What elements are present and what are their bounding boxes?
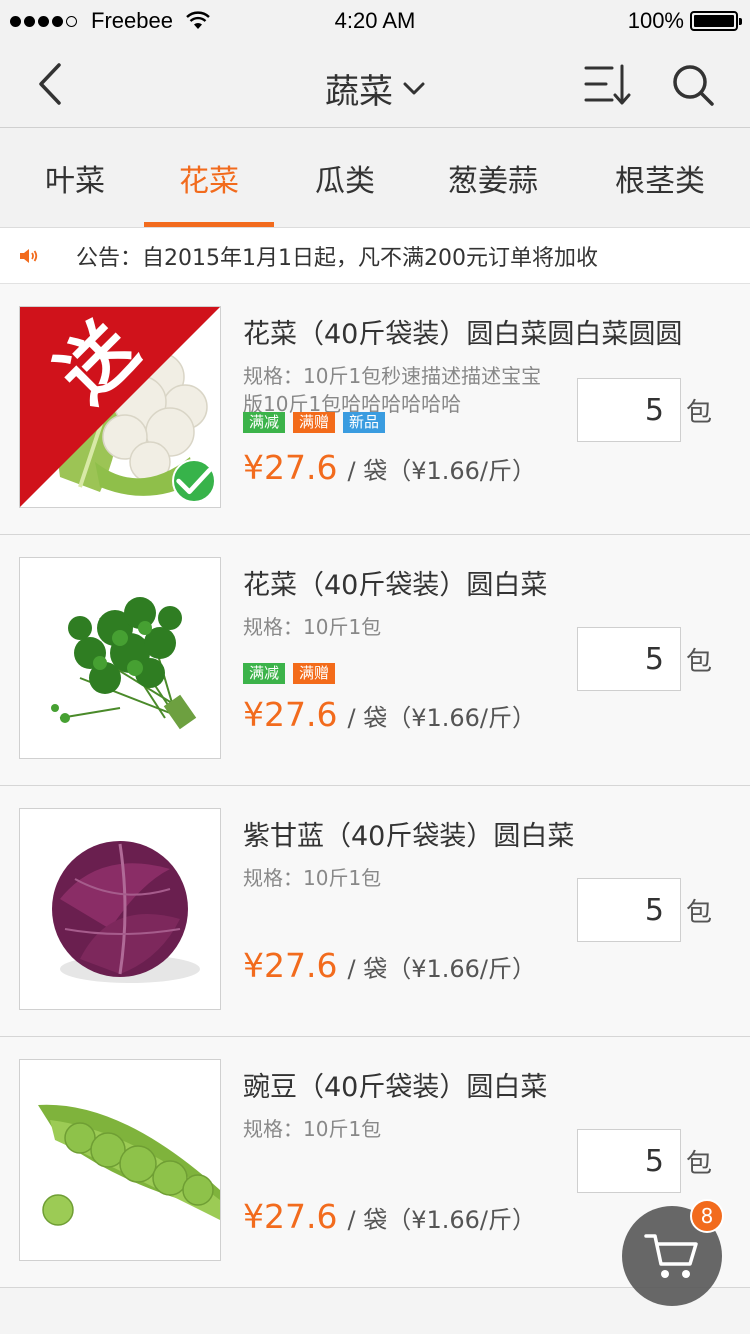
product-unit-price: / 袋（¥1.66/斤）: [347, 704, 536, 732]
nav-bar: 蔬菜: [0, 40, 750, 128]
battery-percent: 100%: [627, 8, 684, 33]
quantity-unit: 包: [686, 898, 713, 928]
notice-text: 公告：自2015年1月1日起，凡不满200元订单将加收: [76, 245, 598, 271]
product-item[interactable]: 送 花菜（40斤袋装）圆白菜圆白菜圆圆 规格：10斤1包秒速描述描述宝宝版10斤…: [0, 284, 750, 535]
quantity-unit: 包: [686, 647, 713, 677]
tag-discount: 满减: [243, 663, 286, 684]
product-image-red-cabbage: [19, 808, 221, 1010]
page-title: 蔬菜: [325, 72, 393, 112]
product-image-peas: [19, 1059, 221, 1261]
red-cabbage-image: [20, 809, 220, 1009]
cart-count-badge: 8: [690, 1199, 724, 1233]
notice-bar[interactable]: 公告：自2015年1月1日起，凡不满200元订单将加收: [0, 228, 750, 284]
product-price: ¥27.6: [243, 448, 338, 487]
tag-gift: 满赠: [293, 412, 336, 433]
product-spec: 规格：10斤1包: [243, 1117, 382, 1141]
tag-discount: 满减: [243, 412, 286, 433]
product-image-cauliflower: 送: [19, 306, 221, 508]
product-image-parsley: [19, 557, 221, 759]
tab-melons[interactable]: 瓜类: [274, 128, 416, 227]
price-row: ¥27.6 / 袋（¥1.66/斤）: [243, 448, 536, 487]
product-list: 送 花菜（40斤袋装）圆白菜圆白菜圆圆 规格：10斤1包秒速描述描述宝宝版10斤…: [0, 284, 750, 1288]
product-item[interactable]: 花菜（40斤袋装）圆白菜 规格：10斤1包 满减 满赠 ¥27.6 / 袋（¥1…: [0, 535, 750, 786]
tag-new: 新品: [343, 412, 386, 433]
product-item[interactable]: 紫甘蓝（40斤袋装）圆白菜 规格：10斤1包 ¥27.6 / 袋（¥1.66/斤…: [0, 786, 750, 1037]
product-name: 紫甘蓝（40斤袋装）圆白菜: [243, 821, 575, 852]
product-tags: 满减 满赠: [243, 663, 336, 684]
battery-icon: [690, 11, 742, 31]
peas-image: [20, 1060, 220, 1260]
product-spec: 规格：10斤1包: [243, 866, 382, 890]
product-price: ¥27.6: [243, 946, 338, 985]
tab-root-veg[interactable]: 根茎类: [570, 128, 750, 227]
speaker-icon: [20, 248, 38, 263]
search-icon: [673, 65, 714, 106]
tab-flower-veg[interactable]: 花菜: [144, 128, 274, 227]
product-price: ¥27.6: [243, 1197, 338, 1236]
chevron-down-icon: [403, 82, 425, 94]
sort-button[interactable]: [582, 62, 632, 108]
price-row: ¥27.6 / 袋（¥1.66/斤）: [243, 695, 536, 734]
price-row: ¥27.6 / 袋（¥1.66/斤）: [243, 946, 536, 985]
quantity-input[interactable]: 5: [577, 378, 681, 442]
quantity-unit: 包: [686, 1149, 713, 1179]
quantity-input[interactable]: 5: [577, 1129, 681, 1193]
product-price: ¥27.6: [243, 695, 338, 734]
tab-leafy[interactable]: 叶菜: [0, 128, 150, 227]
product-name: 花菜（40斤袋装）圆白菜: [243, 570, 548, 601]
product-unit-price: / 袋（¥1.66/斤）: [347, 1206, 536, 1234]
selected-check-icon[interactable]: [172, 459, 216, 503]
parsley-image: [20, 558, 220, 758]
tab-onion-ginger-garlic[interactable]: 葱姜蒜: [416, 128, 570, 227]
product-name: 豌豆（40斤袋装）圆白菜: [243, 1072, 548, 1103]
category-selector[interactable]: 蔬菜: [0, 64, 750, 113]
product-name: 花菜（40斤袋装）圆白菜圆白菜圆圆: [243, 319, 683, 350]
quantity-input[interactable]: 5: [577, 878, 681, 942]
product-spec: 规格：10斤1包: [243, 615, 382, 639]
category-tabs: 叶菜 花菜 瓜类 葱姜蒜 根茎类: [0, 128, 750, 228]
product-unit-price: / 袋（¥1.66/斤）: [347, 955, 536, 983]
product-unit-price: / 袋（¥1.66/斤）: [347, 457, 536, 485]
price-row: ¥27.6 / 袋（¥1.66/斤）: [243, 1197, 536, 1236]
quantity-input[interactable]: 5: [577, 627, 681, 691]
cart-icon: [644, 1234, 698, 1278]
quantity-unit: 包: [686, 398, 713, 428]
status-bar: Freebee 4:20 AM 100%: [0, 0, 750, 40]
product-spec: 规格：10斤1包秒速描述描述宝宝版10斤1包哈哈哈哈哈哈: [243, 364, 542, 416]
tag-gift: 满赠: [293, 663, 336, 684]
search-button[interactable]: [670, 62, 718, 108]
status-right: 100%: [627, 8, 742, 34]
sort-icon: [584, 64, 631, 105]
product-tags: 满减 满赠 新品: [243, 412, 386, 433]
